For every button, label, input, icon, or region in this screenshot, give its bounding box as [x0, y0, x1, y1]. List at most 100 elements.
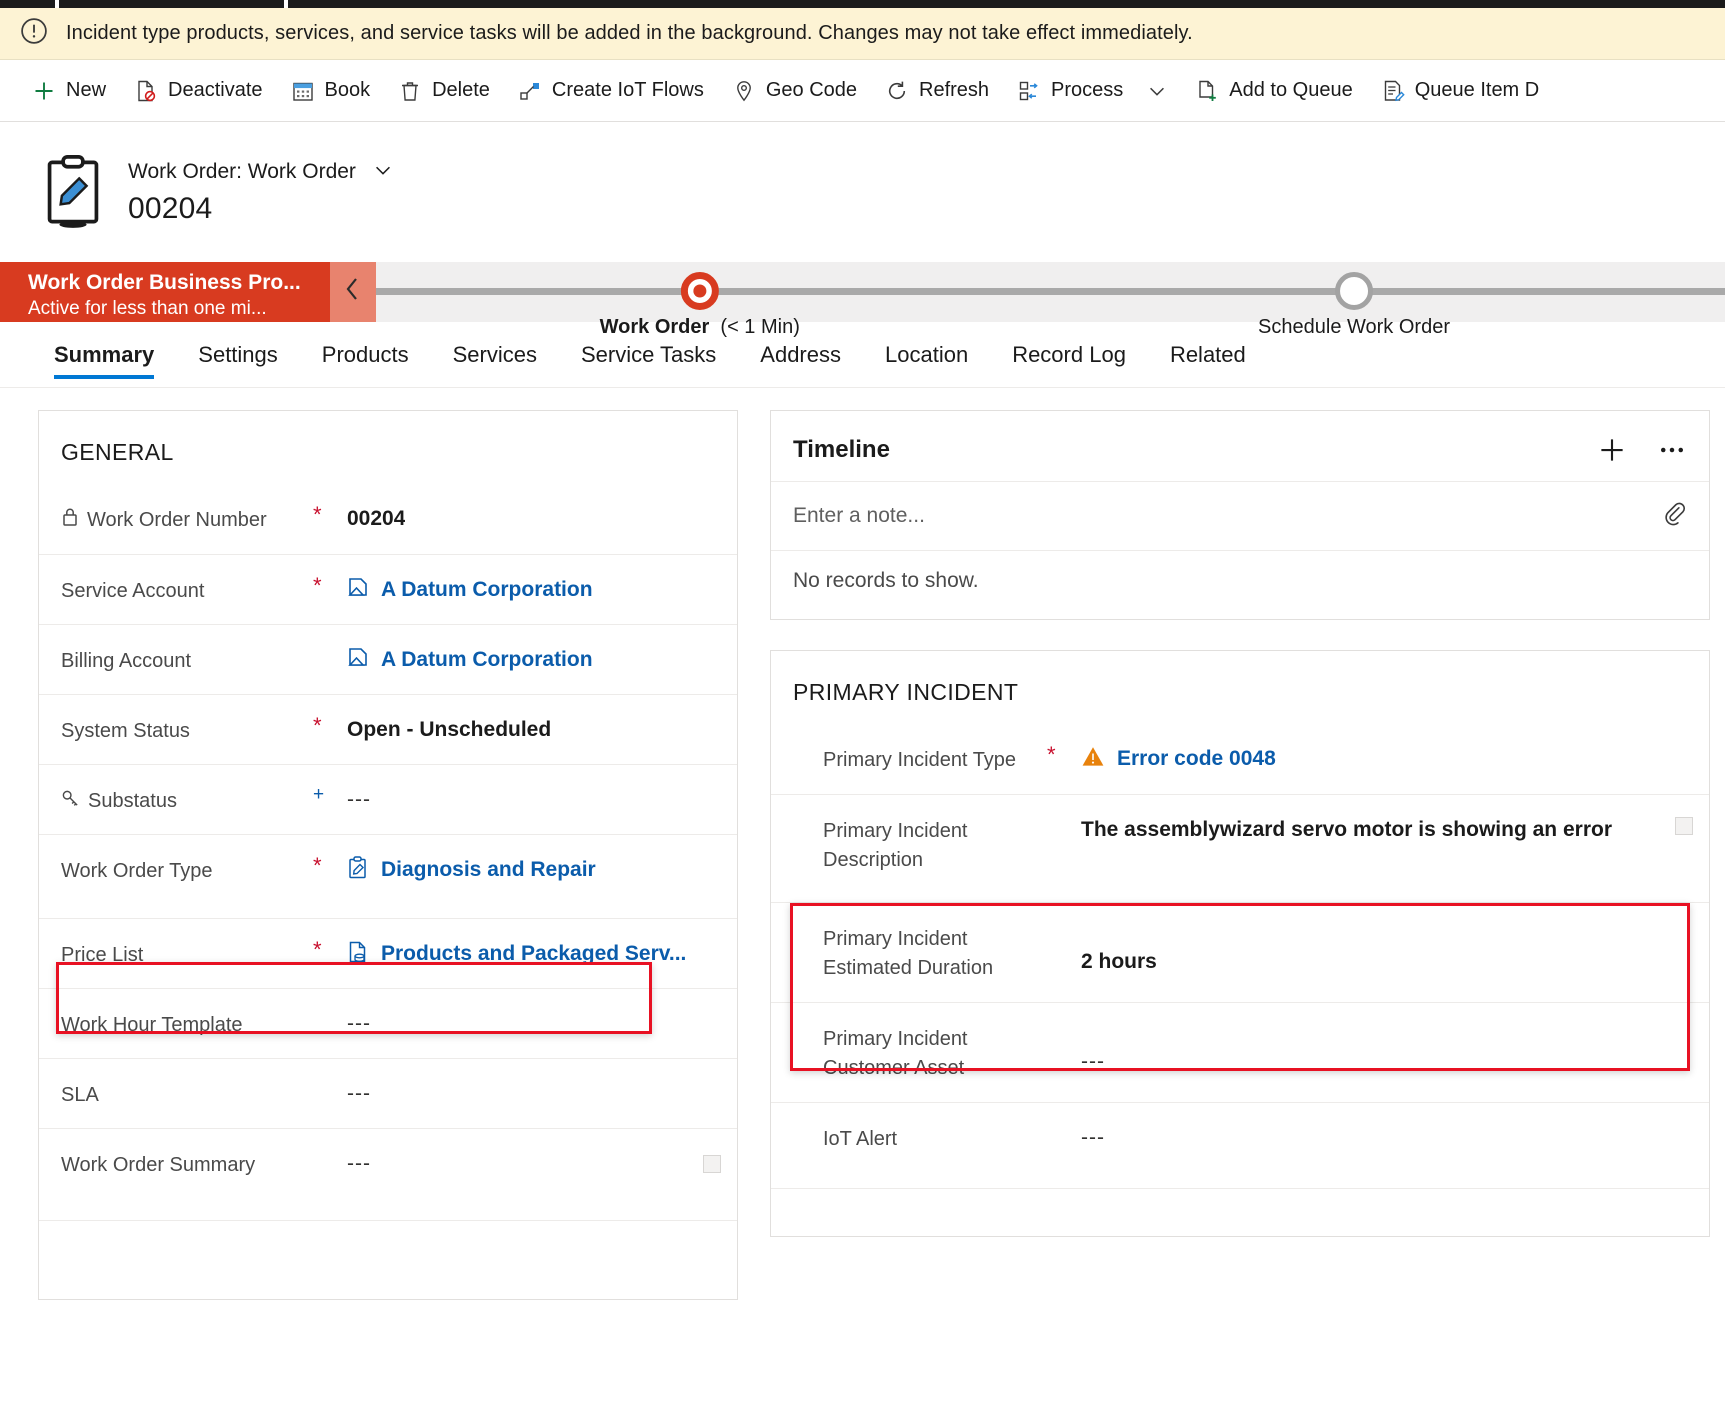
tab-record-log-label: Record Log [1012, 341, 1126, 367]
textarea-resize-grip[interactable] [1675, 817, 1693, 835]
field-value-text: The assemblywizard servo motor is showin… [1081, 818, 1612, 841]
price-list-icon [347, 940, 369, 972]
required-marker: * [313, 853, 322, 878]
form-body: GENERAL Work Order Number * 00204 Servic… [0, 388, 1725, 1300]
field-value[interactable]: Products and Packaged Serv... [347, 919, 721, 972]
field-value[interactable]: 2 hours [1081, 903, 1693, 976]
field-value[interactable]: Open - Unscheduled [347, 695, 721, 744]
tab-settings[interactable]: Settings [176, 322, 300, 387]
new-button[interactable]: New [18, 68, 120, 114]
field-value[interactable]: The assemblywizard servo motor is showin… [1081, 795, 1693, 844]
field-primary-incident-description: Primary Incident Description The assembl… [771, 794, 1709, 902]
field-label: Substatus [61, 765, 313, 817]
add-to-queue-icon [1195, 79, 1219, 103]
field-label-text: Work Order Number [87, 509, 267, 531]
field-value[interactable]: --- [347, 1129, 721, 1178]
general-column: GENERAL Work Order Number * 00204 Servic… [38, 410, 738, 1300]
field-label: Price List [61, 919, 313, 970]
timeline-section: Timeline Enter a note... No records to s… [770, 410, 1710, 620]
field-label-text: Price List [61, 944, 144, 966]
timeline-actions [1597, 435, 1687, 465]
field-label: Primary Incident Estimated Duration [823, 903, 1047, 983]
bpf-pending-stage-icon [1335, 272, 1374, 310]
tab-address[interactable]: Address [738, 322, 863, 387]
field-label-text: Service Account [61, 580, 205, 602]
field-value-text: --- [347, 788, 371, 811]
field-value[interactable]: Error code 0048 [1081, 724, 1693, 776]
primary-incident-title: PRIMARY INCIDENT [793, 679, 1019, 705]
process-dropdown-button[interactable] [1137, 68, 1181, 114]
field-label-text: SLA [61, 1084, 99, 1106]
book-button[interactable]: Book [277, 68, 385, 114]
field-label-text: System Status [61, 720, 190, 742]
refresh-button[interactable]: Refresh [871, 68, 1003, 114]
tab-products[interactable]: Products [300, 322, 431, 387]
bpf-stage-schedule-work-order[interactable]: Schedule Work Order [1258, 262, 1450, 339]
field-label-text: Work Order Type [61, 860, 213, 882]
field-work-hour-template: Work Hour Template --- [39, 988, 737, 1058]
field-value[interactable]: --- [347, 989, 721, 1038]
tab-location-label: Location [885, 341, 969, 367]
create-iot-flows-label: Create IoT Flows [551, 79, 704, 101]
field-label-text: Primary Incident Estimated Duration [823, 928, 994, 979]
required-marker: * [1047, 742, 1056, 767]
tab-location[interactable]: Location [863, 322, 990, 387]
field-sla: SLA --- [39, 1058, 737, 1128]
tab-service-tasks[interactable]: Service Tasks [559, 322, 738, 387]
queue-item-details-button[interactable]: Queue Item D [1367, 68, 1554, 114]
add-to-queue-button[interactable]: Add to Queue [1181, 68, 1366, 114]
field-value[interactable]: A Datum Corporation [347, 625, 721, 676]
textarea-resize-grip[interactable] [703, 1154, 721, 1173]
banner-text: Incident type products, services, and se… [66, 22, 1193, 44]
timeline-empty-state: No records to show. [771, 550, 1709, 619]
tab-services[interactable]: Services [431, 322, 559, 387]
deactivate-button[interactable]: Deactivate [120, 68, 277, 114]
paperclip-icon[interactable] [1661, 500, 1687, 532]
map-pin-icon [732, 79, 756, 103]
plus-icon [1601, 439, 1623, 461]
field-value-text: 00204 [347, 507, 406, 530]
timeline-note-input-row[interactable]: Enter a note... [771, 481, 1709, 550]
delete-button[interactable]: Delete [384, 68, 504, 114]
field-value-text: 2 hours [1081, 950, 1157, 973]
field-primary-incident-type: Primary Incident Type * Error code 0048 [771, 724, 1709, 794]
timeline-note-placeholder: Enter a note... [793, 504, 925, 527]
primary-incident-footer [771, 1188, 1709, 1236]
warning-triangle-icon [1081, 745, 1105, 776]
record-header: Work Order: Work Order 00204 [0, 122, 1725, 262]
field-value[interactable]: --- [1081, 1003, 1693, 1076]
business-process-flow: Work Order Business Pro... Active for le… [0, 262, 1725, 338]
field-value[interactable]: 00204 [347, 484, 721, 533]
deactivate-label: Deactivate [168, 79, 263, 101]
tab-related[interactable]: Related [1148, 322, 1268, 387]
record-entity-chevron-down-icon[interactable] [372, 159, 394, 186]
work-order-clipboard-icon [42, 155, 104, 229]
field-label: Work Order Summary [61, 1129, 313, 1180]
timeline-add-button[interactable] [1597, 435, 1627, 465]
field-value-text: A Datum Corporation [381, 578, 593, 601]
field-value[interactable]: --- [1081, 1103, 1693, 1152]
required-marker [1047, 1003, 1081, 1023]
tab-summary[interactable]: Summary [32, 322, 176, 387]
field-value[interactable]: --- [347, 1059, 721, 1108]
create-iot-flows-button[interactable]: Create IoT Flows [504, 68, 718, 114]
field-value-text: A Datum Corporation [381, 648, 593, 671]
bpf-name-block[interactable]: Work Order Business Pro... Active for le… [0, 262, 330, 322]
required-marker [1047, 1103, 1081, 1123]
tab-record-log[interactable]: Record Log [990, 322, 1148, 387]
field-value[interactable]: --- [347, 765, 721, 814]
field-value[interactable]: Diagnosis and Repair [347, 835, 721, 888]
bpf-collapse-button[interactable] [330, 262, 376, 322]
field-label: Primary Incident Description [823, 795, 1047, 875]
bpf-name: Work Order Business Pro... [28, 271, 301, 294]
bpf-active-stage-icon [680, 272, 719, 310]
process-button[interactable]: Process [1003, 68, 1137, 114]
field-label-text: Primary Incident Description [823, 820, 968, 871]
timeline-more-button[interactable] [1657, 435, 1687, 465]
field-value[interactable]: A Datum Corporation [347, 555, 721, 606]
tab-settings-label: Settings [198, 341, 278, 367]
geo-code-button[interactable]: Geo Code [718, 68, 871, 114]
work-order-type-icon [347, 856, 369, 888]
bpf-progress-line [376, 288, 1725, 295]
field-value-text: --- [347, 1152, 371, 1175]
